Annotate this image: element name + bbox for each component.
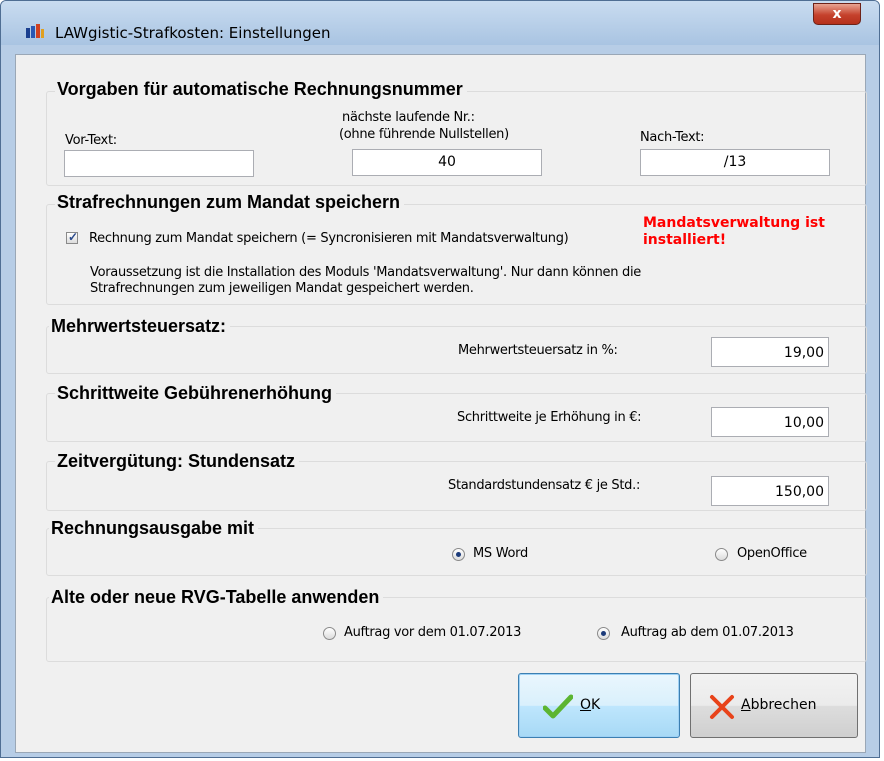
radio-rvg-old-label[interactable]: Auftrag vor dem 01.07.2013 — [344, 625, 521, 640]
mwst-label: Mehrwertsteuersatz in %: — [458, 343, 618, 358]
group-title-zeitverguetung: Zeitvergütung: Stundensatz — [55, 451, 299, 472]
stundensatz-input[interactable]: 150,00 — [711, 476, 829, 506]
close-button[interactable]: x — [813, 3, 861, 25]
group-title-ausgabe: Rechnungsausgabe mit — [49, 518, 259, 539]
group-schrittweite: Schrittweite Gebührenerhöhung Schrittwei… — [46, 383, 867, 442]
group-title-rechnungsnummer: Vorgaben für automatische Rechnungsnumme… — [55, 79, 467, 100]
title-bar[interactable]: LAWgistic-Strafkosten: Einstellungen x — [1, 1, 879, 45]
checkmark-icon: ✓ — [68, 230, 79, 244]
mandat-info-line1: Voraussetzung ist die Installation des M… — [90, 265, 641, 280]
checkmark-icon — [543, 694, 573, 719]
radio-rvg-new[interactable] — [597, 627, 610, 640]
group-title-mandat: Strafrechnungen zum Mandat speichern — [55, 192, 405, 213]
group-rechnungsnummer: Vorgaben für automatische Rechnungsnumme… — [46, 79, 867, 186]
schrittweite-label: Schrittweite je Erhöhung in €: — [457, 410, 642, 425]
vortext-input[interactable] — [64, 150, 254, 177]
mwst-input[interactable]: 19,00 — [711, 337, 829, 367]
group-zeitverguetung: Zeitvergütung: Stundensatz Standardstund… — [46, 451, 867, 511]
laufende-nr-label-line1: nächste laufende Nr.: — [342, 110, 475, 125]
nachtext-input[interactable]: /13 — [640, 149, 830, 176]
ok-button[interactable]: OK — [518, 673, 680, 738]
x-mark-icon — [710, 695, 734, 719]
vortext-label: Vor-Text: — [65, 133, 117, 148]
cancel-button[interactable]: Abbrechen — [690, 673, 858, 738]
cancel-button-label: Abbrechen — [741, 697, 817, 713]
mandat-checkbox-label[interactable]: Rechnung zum Mandat speichern (= Syncron… — [89, 231, 569, 246]
settings-dialog: LAWgistic-Strafkosten: Einstellungen x V… — [0, 0, 880, 758]
group-mandat: Strafrechnungen zum Mandat speichern ✓ R… — [46, 192, 867, 305]
radio-openoffice[interactable] — [715, 548, 728, 561]
mandatsverwaltung-warning-line1: Mandatsverwaltung ist — [643, 215, 825, 231]
radio-rvg-new-label[interactable]: Auftrag ab dem 01.07.2013 — [621, 625, 794, 640]
radio-rvg-old[interactable] — [323, 627, 336, 640]
group-title-rvg: Alte oder neue RVG-Tabelle anwenden — [49, 587, 384, 608]
stundensatz-label: Standardstundensatz € je Std.: — [448, 478, 641, 493]
laufende-nr-input[interactable]: 40 — [352, 149, 542, 176]
radio-ms-word[interactable] — [452, 548, 465, 561]
app-icon — [26, 24, 44, 38]
group-mwst: Mehrwertsteuersatz: Mehrwertsteuersatz i… — [46, 316, 867, 374]
group-title-schrittweite: Schrittweite Gebührenerhöhung — [55, 383, 337, 404]
mandatsverwaltung-warning-line2: installiert! — [643, 232, 727, 248]
mandat-info-line2: Strafrechnungen zum jeweiligen Mandat ge… — [90, 281, 474, 296]
close-icon: x — [832, 6, 842, 22]
ok-button-label: OK — [580, 697, 601, 713]
schrittweite-input[interactable]: 10,00 — [711, 407, 829, 437]
radio-openoffice-label[interactable]: OpenOffice — [737, 546, 807, 561]
dialog-client-area: Vorgaben für automatische Rechnungsnumme… — [15, 54, 867, 753]
window-title: LAWgistic-Strafkosten: Einstellungen — [55, 24, 331, 42]
nachtext-label: Nach-Text: — [640, 130, 705, 145]
group-ausgabe: Rechnungsausgabe mit MS Word OpenOffice — [46, 518, 867, 576]
group-rvg: Alte oder neue RVG-Tabelle anwenden Auft… — [46, 587, 867, 662]
group-title-mwst: Mehrwertsteuersatz: — [49, 316, 231, 337]
laufende-nr-label-line2: (ohne führende Nullstellen) — [339, 127, 509, 142]
mandat-checkbox[interactable]: ✓ — [66, 230, 79, 244]
radio-ms-word-label[interactable]: MS Word — [473, 546, 528, 561]
